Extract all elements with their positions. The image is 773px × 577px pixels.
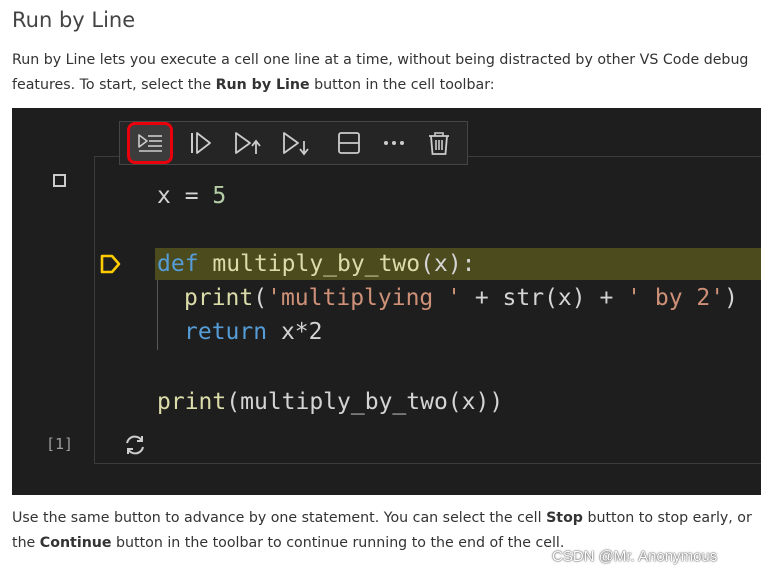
- breakpoint-icon[interactable]: [100, 254, 122, 278]
- code-token: x: [157, 183, 171, 209]
- code-function: multiply_by_two: [212, 251, 421, 277]
- code-string: ' by 2': [627, 285, 725, 311]
- code-token: (: [253, 285, 268, 311]
- code-keyword: return: [184, 319, 268, 345]
- code-line-5: print(multiply_by_two(x)): [157, 386, 503, 418]
- more-icon: [384, 141, 404, 145]
- code-token: ): [724, 285, 738, 311]
- code-keyword: def: [157, 251, 199, 277]
- page-title: Run by Line: [12, 8, 136, 32]
- code-line-2: def multiply_by_two(x):: [157, 248, 476, 280]
- outro-text-1: Use the same button to advance by one st…: [12, 510, 547, 526]
- split-cell-button[interactable]: [333, 127, 365, 159]
- notebook-editor: x = 5 def multiply_by_two(x): print('mul…: [12, 108, 761, 495]
- code-line-4: return x*2: [184, 316, 322, 348]
- cell-toolbar: [119, 121, 468, 165]
- step-out-icon: [235, 132, 261, 154]
- code-token: 5: [212, 183, 227, 209]
- code-token: =: [170, 183, 213, 209]
- refresh-icon: [126, 435, 144, 455]
- outro-bold-continue: Continue: [39, 535, 112, 551]
- watermark: CSDN @Mr. Anonymous: [552, 548, 718, 565]
- run-by-line-icon: [138, 134, 162, 152]
- run-by-line-button[interactable]: [127, 122, 173, 164]
- outro-bold-stop: Stop: [546, 510, 583, 526]
- code-token: (multiply_by_two(x)): [226, 389, 504, 415]
- outro-text-3: button in the toolbar to continue runnin…: [111, 535, 565, 551]
- intro-bold-run-by-line: Run by Line: [215, 77, 310, 93]
- delete-cell-button[interactable]: [423, 127, 455, 159]
- cell-select-checkbox[interactable]: [53, 174, 66, 187]
- split-cell-icon: [338, 132, 360, 154]
- code-line-3: print('multiplying ' + str(x) + ' by 2'): [184, 282, 738, 314]
- code-line-1: x = 5: [157, 180, 226, 212]
- intro-text-2: button in the cell toolbar:: [309, 77, 495, 93]
- code-token: (x):: [420, 251, 476, 277]
- indent-guide: [157, 280, 158, 350]
- step-out-button[interactable]: [232, 127, 264, 159]
- code-function: print: [184, 285, 254, 311]
- code-token: x*2: [267, 319, 323, 345]
- code-function: print: [157, 389, 227, 415]
- step-into-button[interactable]: [280, 127, 312, 159]
- code-string: 'multiplying ': [267, 285, 461, 311]
- continue-button[interactable]: [185, 127, 217, 159]
- more-actions-button[interactable]: [378, 127, 410, 159]
- step-into-icon: [283, 132, 309, 156]
- delete-icon: [429, 132, 449, 155]
- code-token: + str(x) +: [460, 285, 628, 311]
- run-status-button[interactable]: [122, 432, 148, 462]
- intro-paragraph: Run by Line lets you execute a cell one …: [12, 48, 760, 98]
- continue-icon: [191, 132, 211, 154]
- execution-count: [1]: [46, 435, 74, 453]
